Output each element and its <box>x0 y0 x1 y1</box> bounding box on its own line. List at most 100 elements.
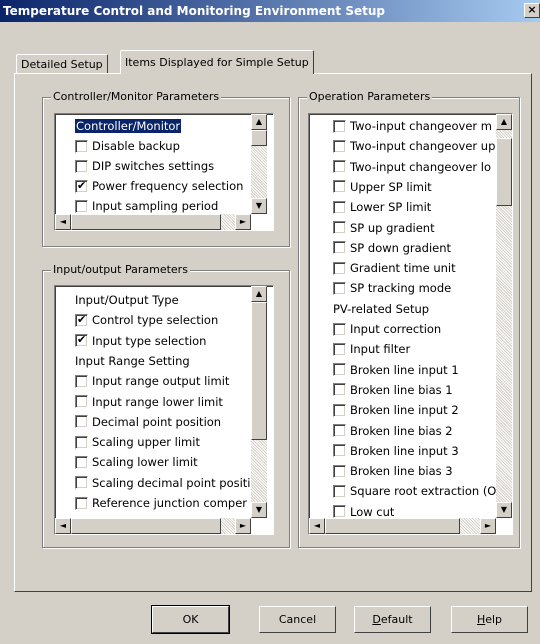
list-item[interactable]: Scaling decimal point positi <box>55 473 251 493</box>
input-output-list[interactable]: Input/Output Type Control type selection I… <box>54 285 274 535</box>
checkbox[interactable] <box>333 424 346 437</box>
scroll-thumb[interactable] <box>325 518 460 534</box>
scroll-right-button[interactable]: ► <box>235 518 251 534</box>
list-item[interactable]: Gradient time unit <box>309 258 496 278</box>
default-button[interactable]: Default <box>354 606 431 633</box>
list-item[interactable]: Disable backup <box>55 136 251 156</box>
close-button[interactable]: × <box>524 3 540 18</box>
list-item[interactable]: Scaling lower limit <box>55 452 251 472</box>
checkbox[interactable] <box>333 160 346 174</box>
checkbox[interactable] <box>75 496 88 510</box>
controller-list-vscroll[interactable]: ▲ ▼ <box>251 114 267 214</box>
scroll-down-button[interactable]: ▼ <box>251 198 267 214</box>
scroll-down-button[interactable]: ▼ <box>251 502 267 518</box>
list-item[interactable]: Upper SP limit <box>309 177 496 197</box>
checkbox[interactable] <box>333 281 346 295</box>
scroll-left-button[interactable]: ◄ <box>309 518 325 534</box>
checkbox[interactable] <box>75 199 88 213</box>
checkbox[interactable] <box>75 313 88 327</box>
checkbox[interactable] <box>333 484 346 498</box>
checkbox[interactable] <box>75 395 88 408</box>
list-item[interactable]: Control type selection <box>55 310 251 330</box>
list-item[interactable]: Decimal point position <box>55 412 251 432</box>
list-item[interactable]: Input range output limit <box>55 371 251 391</box>
list-item[interactable]: Broken line bias 1 <box>309 380 496 400</box>
checkbox[interactable] <box>75 374 88 388</box>
list-item[interactable]: Input type selection <box>55 331 251 351</box>
scroll-thumb[interactable] <box>71 518 221 534</box>
checkbox[interactable] <box>75 333 88 348</box>
scroll-thumb[interactable] <box>496 138 512 206</box>
list-section-header-label: PV-related Setup <box>333 301 430 316</box>
checkbox[interactable] <box>75 476 88 490</box>
checkbox[interactable] <box>75 435 88 449</box>
operation-list[interactable]: Two-input changeover m Two-input changeov… <box>308 113 513 535</box>
list-item[interactable]: Two-input changeover up <box>309 136 496 156</box>
list-item[interactable]: Low cut <box>309 502 496 518</box>
scroll-right-button[interactable]: ► <box>235 214 251 230</box>
checkbox[interactable] <box>75 415 88 429</box>
list-item[interactable]: SP tracking mode <box>309 278 496 298</box>
list-item[interactable]: Input sampling period <box>55 196 251 214</box>
tab-items-displayed[interactable]: Items Displayed for Simple Setup <box>120 50 314 74</box>
tab-detailed-setup[interactable]: Detailed Setup <box>16 54 108 73</box>
checkbox[interactable] <box>333 139 346 153</box>
io-list-hscroll[interactable]: ◄ ► <box>55 518 251 534</box>
checkbox[interactable] <box>333 363 346 377</box>
scroll-up-button[interactable]: ▲ <box>496 114 512 130</box>
checkbox[interactable] <box>333 261 346 275</box>
list-item[interactable]: Input filter <box>309 339 496 359</box>
checkbox[interactable] <box>333 241 346 255</box>
scroll-thumb[interactable] <box>251 302 267 440</box>
list-item[interactable]: Power frequency selection <box>55 176 251 196</box>
scroll-left-button[interactable]: ◄ <box>55 214 71 230</box>
list-item[interactable]: Input range lower limit <box>55 392 251 412</box>
ok-button[interactable]: OK <box>151 605 230 634</box>
checkbox[interactable] <box>333 119 346 133</box>
scroll-thumb[interactable] <box>71 214 221 230</box>
list-item[interactable]: Broken line input 2 <box>309 400 496 420</box>
scroll-right-button[interactable]: ► <box>480 518 496 534</box>
controller-list-hscroll[interactable]: ◄ ► <box>55 214 251 230</box>
help-button[interactable]: Help <box>451 606 528 633</box>
checkbox[interactable] <box>333 464 346 478</box>
list-item[interactable]: Square root extraction (Oi <box>309 481 496 501</box>
checkbox[interactable] <box>333 403 346 417</box>
checkbox[interactable] <box>333 180 346 194</box>
checkbox[interactable] <box>333 221 346 234</box>
list-item[interactable]: Broken line bias 2 <box>309 421 496 441</box>
checkbox[interactable] <box>333 505 346 518</box>
list-item-label: Input range lower limit <box>92 394 223 409</box>
list-item[interactable]: Input correction <box>309 319 496 339</box>
list-item[interactable]: Broken line input 3 <box>309 441 496 461</box>
list-item[interactable]: Broken line bias 3 <box>309 461 496 481</box>
scroll-up-button[interactable]: ▲ <box>251 114 267 130</box>
list-item[interactable]: Two-input changeover m <box>309 116 496 136</box>
list-item[interactable]: Two-input changeover lo <box>309 157 496 177</box>
list-item[interactable]: SP up gradient <box>309 218 496 238</box>
checkbox[interactable] <box>333 342 346 356</box>
list-item[interactable]: Scaling upper limit <box>55 432 251 452</box>
list-item[interactable]: SP down gradient <box>309 238 496 258</box>
list-item[interactable]: Reference junction comper <box>55 493 251 513</box>
scroll-down-button[interactable]: ▼ <box>496 502 512 518</box>
list-item[interactable]: Broken line input 1 <box>309 360 496 380</box>
checkbox[interactable] <box>333 444 346 458</box>
list-item[interactable]: Lower SP limit <box>309 197 496 217</box>
list-item[interactable]: DIP switches settings <box>55 156 251 176</box>
checkbox[interactable] <box>75 179 88 193</box>
io-list-vscroll[interactable]: ▲ ▼ <box>251 286 267 518</box>
op-list-hscroll[interactable]: ◄ ► <box>309 518 496 534</box>
checkbox[interactable] <box>75 139 88 153</box>
checkbox[interactable] <box>333 383 346 397</box>
checkbox[interactable] <box>333 322 346 336</box>
checkbox[interactable] <box>333 200 346 214</box>
scroll-thumb[interactable] <box>251 130 267 146</box>
cancel-button[interactable]: Cancel <box>259 606 336 633</box>
controller-monitor-list[interactable]: Controller/Monitor Disable backup DIP swit… <box>54 113 274 231</box>
scroll-up-button[interactable]: ▲ <box>251 286 267 302</box>
scroll-left-button[interactable]: ◄ <box>55 518 71 534</box>
checkbox[interactable] <box>75 159 88 173</box>
op-list-vscroll[interactable]: ▲ ▼ <box>496 114 512 518</box>
checkbox[interactable] <box>75 455 88 469</box>
